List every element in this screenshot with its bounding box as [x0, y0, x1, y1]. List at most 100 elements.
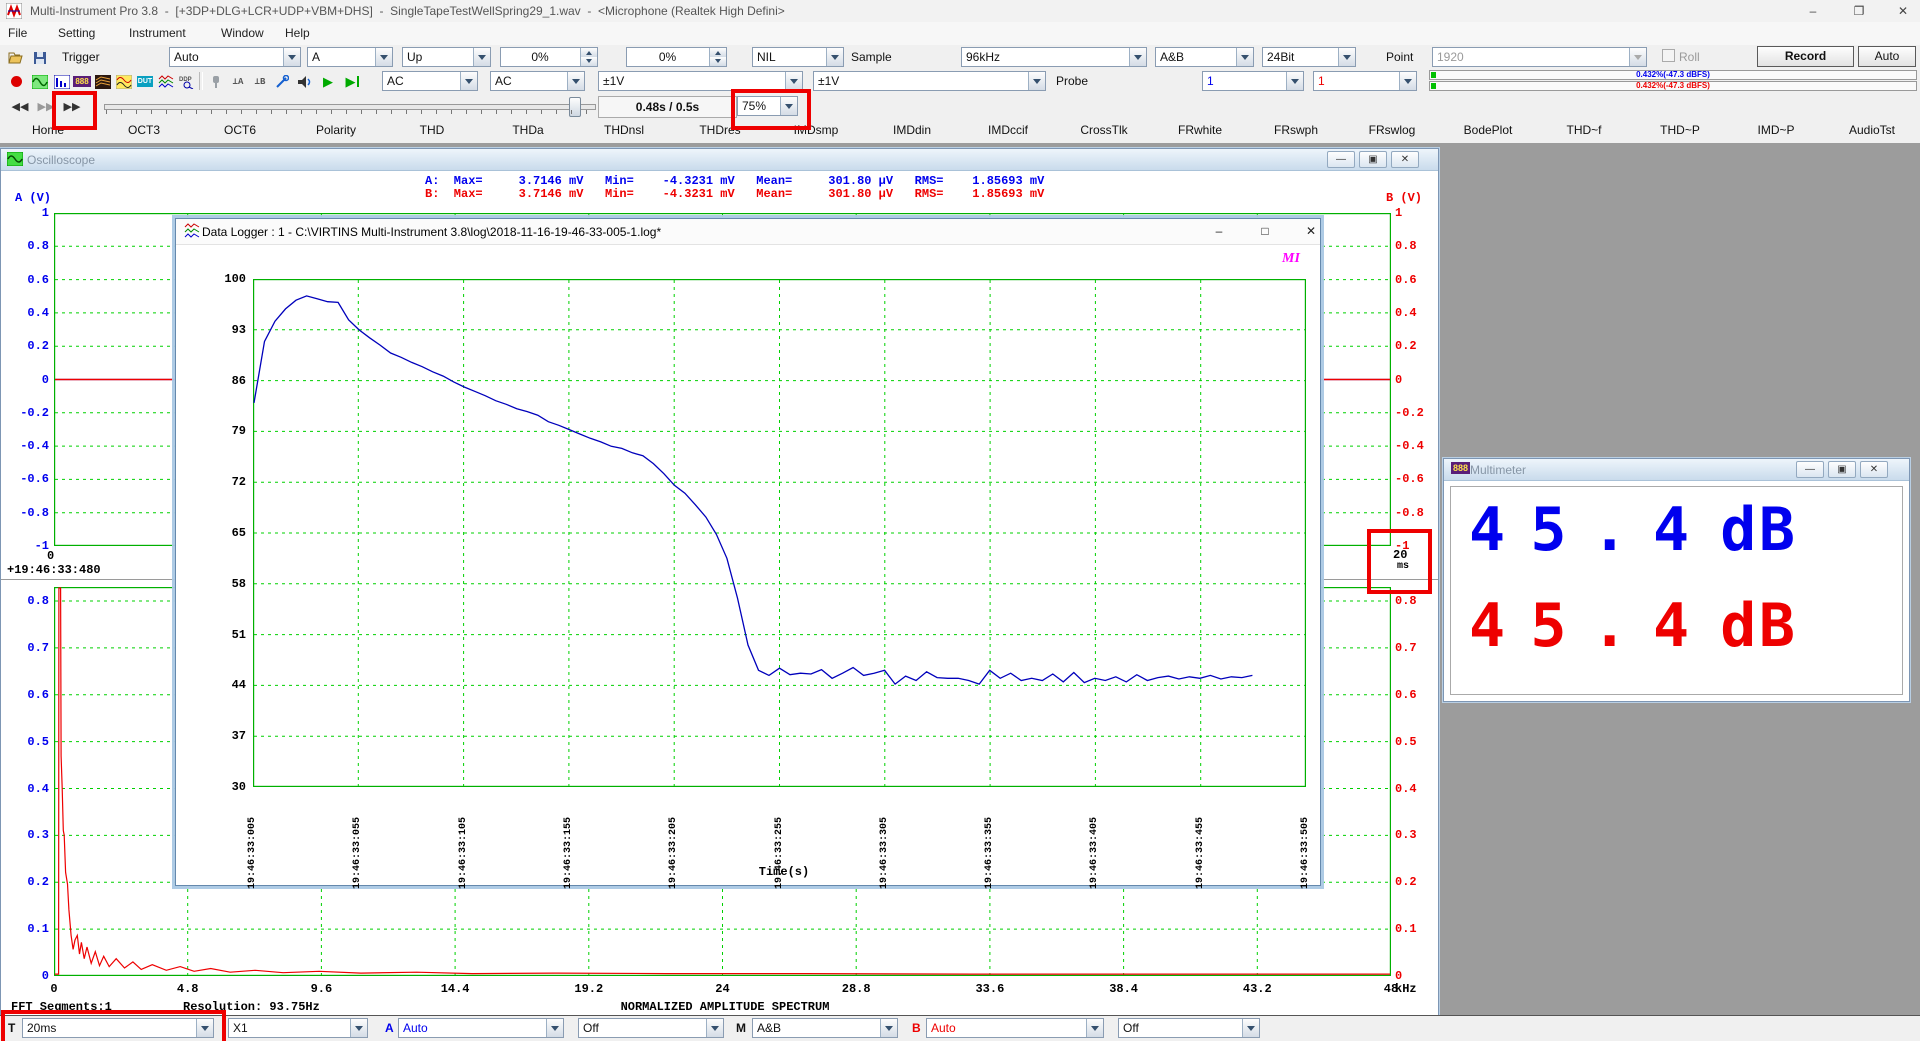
restore-button[interactable]: ▣ — [1828, 461, 1856, 478]
save-icon[interactable] — [30, 48, 50, 67]
tab-frswlog[interactable]: FRswlog — [1344, 119, 1440, 142]
trigger-mode-select[interactable]: Auto — [169, 47, 301, 67]
coupling-a-select[interactable]: AC — [382, 71, 478, 91]
minimize-button[interactable]: — — [1327, 151, 1355, 168]
data-logger-title-bar[interactable]: Data Logger : 1 - C:\VIRTINS Multi-Instr… — [176, 219, 1320, 245]
channel-b-mode-select[interactable]: Auto — [926, 1018, 1104, 1038]
spin-down-icon[interactable] — [580, 57, 597, 66]
signal-generator-icon[interactable] — [114, 72, 134, 91]
tab-thda[interactable]: THDa — [480, 119, 576, 142]
tab-oct3[interactable]: OCT3 — [96, 119, 192, 142]
sampling-rate-select[interactable]: 96kHz — [961, 47, 1147, 67]
rewind-button[interactable]: ◀◀ — [8, 96, 32, 116]
sweep-time-select[interactable]: 20ms — [22, 1018, 214, 1038]
tab-thd~p[interactable]: THD~P — [1632, 119, 1728, 142]
spin-down-icon[interactable] — [709, 57, 726, 66]
chevron-down-icon — [1629, 48, 1646, 66]
trigger-delay-spinner[interactable]: 0% — [626, 47, 727, 67]
menu-item-setting[interactable]: Setting — [58, 26, 95, 40]
zero-a-icon[interactable]: ⊥A — [228, 72, 248, 91]
multimeter-title-bar[interactable]: 888 Multimeter — ▣ ✕ — [1444, 459, 1909, 481]
close-button[interactable]: ✕ — [1886, 2, 1920, 20]
position-slider[interactable] — [104, 104, 596, 110]
menu-item-file[interactable]: File — [8, 26, 27, 40]
data-logger-icon[interactable] — [156, 72, 176, 91]
oscilloscope-icon[interactable] — [30, 72, 50, 91]
axis-tick-label: 38.4 — [1094, 982, 1154, 996]
tab-imddin[interactable]: IMDdin — [864, 119, 960, 142]
trigger-hpf-select[interactable]: NIL — [752, 47, 844, 67]
record-icon[interactable] — [6, 72, 26, 91]
tab-audiotst[interactable]: AudioTst — [1824, 119, 1920, 142]
menu-item-instrument[interactable]: Instrument — [129, 26, 186, 40]
run-icon[interactable]: ▶ — [318, 72, 338, 91]
range-b-select[interactable]: ±1V — [813, 71, 1046, 91]
minimize-button[interactable]: – — [1796, 2, 1830, 20]
fast-forward-button[interactable]: ▶▶ — [60, 96, 84, 116]
range-a-select[interactable]: ±1V — [598, 71, 803, 91]
close-button[interactable]: ✕ — [1860, 461, 1888, 478]
sound-output-icon[interactable] — [294, 72, 314, 91]
close-button[interactable]: ✕ — [1296, 222, 1326, 241]
x-scale-select[interactable]: X1 — [228, 1018, 368, 1038]
coupling-b-select[interactable]: AC — [490, 71, 585, 91]
trigger-source-select[interactable]: A — [307, 47, 393, 67]
tab-thd~f[interactable]: THD~f — [1536, 119, 1632, 142]
probe-b-select[interactable]: 1 — [1313, 71, 1417, 91]
zero-b-icon[interactable]: ⊥B — [250, 72, 270, 91]
tab-thd[interactable]: THD — [384, 119, 480, 142]
sampling-bits-select[interactable]: 24Bit — [1262, 47, 1356, 67]
restore-button[interactable]: ▣ — [1359, 151, 1387, 168]
trigger-level-spinner[interactable]: 0% — [500, 47, 598, 67]
restore-button[interactable]: ❐ — [1842, 2, 1876, 20]
ddp-viewer-icon[interactable]: DDP — [177, 72, 197, 91]
slider-handle[interactable] — [569, 97, 581, 117]
tab-crosstlk[interactable]: CrossTlk — [1056, 119, 1152, 142]
auto-button[interactable]: Auto — [1858, 46, 1916, 67]
tab-imd~p[interactable]: IMD~P — [1728, 119, 1824, 142]
menu-item-help[interactable]: Help — [285, 26, 310, 40]
channel-a-filter-select[interactable]: Off — [578, 1018, 724, 1038]
forward-button[interactable]: ▶▶ — [34, 96, 58, 116]
channel-b-filter-select[interactable]: Off — [1118, 1018, 1260, 1038]
axis-tick-label: 37 — [206, 729, 246, 743]
tab-frswph[interactable]: FRswph — [1248, 119, 1344, 142]
record-button[interactable]: Record — [1757, 46, 1854, 67]
close-button[interactable]: ✕ — [1391, 151, 1419, 168]
trigger-edge-select[interactable]: Up — [402, 47, 491, 67]
roll-checkbox[interactable] — [1662, 49, 1675, 62]
tab-thdnsl[interactable]: THDnsl — [576, 119, 672, 142]
probe-a-select[interactable]: 1 — [1202, 71, 1304, 91]
channel-a-mode-select[interactable]: Auto — [398, 1018, 564, 1038]
multimeter-icon[interactable]: 888 — [72, 72, 92, 91]
menu-item-window[interactable]: Window — [221, 26, 264, 40]
run-auto-icon[interactable]: ▶ — [342, 72, 362, 91]
device-test-plan-icon[interactable]: DUT — [135, 72, 155, 91]
spectrum-analyzer-icon[interactable] — [52, 72, 72, 91]
level-meter-b: 0.432%(-47.3 dBFS) — [1429, 81, 1917, 91]
tab-polarity[interactable]: Polarity — [288, 119, 384, 142]
minimize-button[interactable]: – — [1204, 222, 1234, 241]
oscilloscope-title-bar[interactable]: Oscilloscope — ▣ ✕ — [1, 149, 1438, 171]
tab-imdccif[interactable]: IMDccif — [960, 119, 1056, 142]
axis-tick-label: 9.6 — [291, 982, 351, 996]
calibration-icon[interactable] — [272, 72, 292, 91]
minimize-button[interactable]: — — [1796, 461, 1824, 478]
sampling-channels-select[interactable]: A&B — [1155, 47, 1254, 67]
axis-tick-label-text: 19:46:33:155 — [563, 817, 574, 889]
restore-button[interactable]: □ — [1250, 222, 1280, 241]
spectrum-3d-plot-icon[interactable] — [93, 72, 113, 91]
axis-tick-label-text: 19:46:33:055 — [352, 817, 363, 889]
tab-bodeplot[interactable]: BodePlot — [1440, 119, 1536, 142]
tab-imdsmp[interactable]: IMDsmp — [768, 119, 864, 142]
tab-thdres[interactable]: THDres — [672, 119, 768, 142]
play-speed-select[interactable]: 75% — [737, 96, 798, 116]
tab-home[interactable]: Home — [0, 119, 96, 142]
open-file-icon[interactable] — [6, 48, 26, 67]
axis-tick-label: 0.6 — [1395, 273, 1417, 287]
tab-frwhite[interactable]: FRwhite — [1152, 119, 1248, 142]
sound-device-icon[interactable] — [206, 72, 226, 91]
axis-tick-label: 0.5 — [1395, 735, 1417, 749]
math-channels-select[interactable]: A&B — [752, 1018, 898, 1038]
tab-oct6[interactable]: OCT6 — [192, 119, 288, 142]
